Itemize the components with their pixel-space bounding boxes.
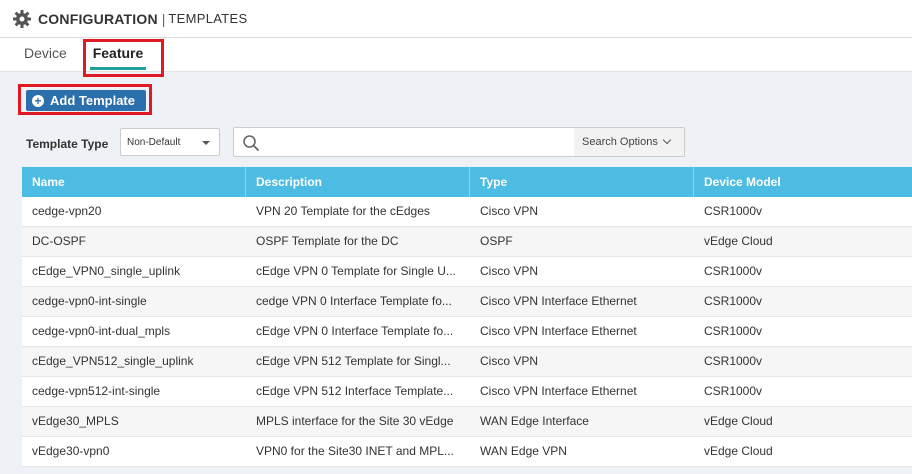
table-row[interactable]: vEdge30_MPLS MPLS interface for the Site … — [22, 407, 912, 437]
search-options-button[interactable]: Search Options — [574, 128, 684, 156]
cell-device-model: CSR1000v — [704, 324, 763, 338]
page-subtitle: TEMPLATES — [168, 11, 248, 26]
cell-device-model: vEdge Cloud — [704, 414, 773, 428]
table-row[interactable]: DC-OSPF OSPF Template for the DC OSPF vEdge… — [22, 227, 912, 257]
table-row[interactable]: vEdge30-vpn0 VPN0 for the Site30 INET and… — [22, 437, 912, 467]
cell-device-model: vEdge Cloud — [704, 234, 773, 248]
cell-name: cEdge_VPN0_single_uplink — [32, 264, 181, 278]
column-header-description[interactable]: Description — [246, 167, 470, 197]
cell-name: cedge-vpn0-int-single — [32, 294, 147, 308]
cell-type: Cisco VPN — [480, 204, 539, 218]
template-type-label: Template Type — [26, 137, 109, 151]
cell-description: cedge VPN 0 Interface Template fo... — [256, 294, 452, 308]
cell-name: cEdge_VPN512_single_uplink — [32, 354, 194, 368]
cell-type: WAN Edge VPN — [480, 444, 567, 458]
table-row[interactable]: cedge-vpn0-int-dual_mpls cEdge VPN 0 Inte… — [22, 317, 912, 347]
cell-name: vEdge30_MPLS — [32, 414, 119, 428]
cell-description: cEdge VPN 0 Template for Single U... — [256, 264, 456, 278]
cell-name: DC-OSPF — [32, 234, 86, 248]
page-title: CONFIGURATION — [38, 10, 158, 27]
cell-description: OSPF Template for the DC — [256, 234, 399, 248]
table-row[interactable]: cedge-vpn0-int-single cedge VPN 0 Interfa… — [22, 287, 912, 317]
table-row[interactable]: cEdge_VPN0_single_uplink cEdge VPN 0 Temp… — [22, 257, 912, 287]
table-header: Name Description Type Device Model — [22, 167, 912, 197]
active-tab-indicator — [90, 67, 146, 70]
cell-device-model: CSR1000v — [704, 354, 763, 368]
cell-description: cEdge VPN 512 Template for Singl... — [256, 354, 451, 368]
cell-description: VPN0 for the Site30 INET and MPL... — [256, 444, 454, 458]
title-separator: | — [161, 10, 166, 27]
search-icon — [243, 135, 260, 152]
table-row[interactable]: cedge-vpn512-int-single cEdge VPN 512 Int… — [22, 377, 912, 407]
table-row[interactable]: cedge-vpn20 VPN 20 Template for the cEdge… — [22, 197, 912, 227]
cell-name: cedge-vpn512-int-single — [32, 384, 161, 398]
cell-type: Cisco VPN Interface Ethernet — [480, 324, 637, 338]
cell-device-model: CSR1000v — [704, 384, 763, 398]
cell-type: Cisco VPN Interface Ethernet — [480, 384, 637, 398]
table-row[interactable]: cEdge_VPN512_single_uplink cEdge VPN 512 … — [22, 347, 912, 377]
table-body: cedge-vpn20 VPN 20 Template for the cEdge… — [22, 197, 912, 467]
search-options-label: Search Options — [582, 136, 658, 148]
cell-description: VPN 20 Template for the cEdges — [256, 204, 430, 218]
cell-name: cedge-vpn20 — [32, 204, 102, 218]
cell-type: Cisco VPN — [480, 354, 539, 368]
add-template-label: Add Template — [50, 93, 135, 108]
cell-device-model: CSR1000v — [704, 264, 763, 278]
chevron-down-icon — [662, 135, 672, 145]
page-header: CONFIGURATION | TEMPLATES — [0, 0, 912, 38]
gear-icon — [13, 9, 31, 28]
cell-description: MPLS interface for the Site 30 vEdge — [256, 414, 454, 428]
template-type-value: Non-Default — [127, 137, 181, 148]
cell-device-model: vEdge Cloud — [704, 444, 773, 458]
tab-device[interactable]: Device — [24, 38, 67, 72]
cell-type: WAN Edge Interface — [480, 414, 589, 428]
cell-device-model: CSR1000v — [704, 294, 763, 308]
cell-device-model: CSR1000v — [704, 204, 763, 218]
cell-type: Cisco VPN — [480, 264, 539, 278]
column-header-name[interactable]: Name — [22, 167, 246, 197]
cell-name: cedge-vpn0-int-dual_mpls — [32, 324, 171, 338]
cell-description: cEdge VPN 0 Interface Template fo... — [256, 324, 454, 338]
plus-circle-icon: + — [32, 94, 44, 107]
cell-description: cEdge VPN 512 Interface Template... — [256, 384, 454, 398]
add-template-button[interactable]: + Add Template — [26, 90, 146, 111]
caret-down-icon — [202, 141, 210, 145]
column-header-device-model[interactable]: Device Model — [694, 167, 912, 197]
templates-table: Name Description Type Device Model cedge… — [22, 167, 912, 467]
template-type-select[interactable]: Non-Default — [120, 128, 220, 156]
search-input[interactable] — [268, 132, 568, 152]
cell-type: OSPF — [480, 234, 513, 248]
cell-type: Cisco VPN Interface Ethernet — [480, 294, 637, 308]
cell-name: vEdge30-vpn0 — [32, 444, 110, 458]
column-header-type[interactable]: Type — [470, 167, 694, 197]
search-bar: Search Options — [233, 127, 685, 157]
